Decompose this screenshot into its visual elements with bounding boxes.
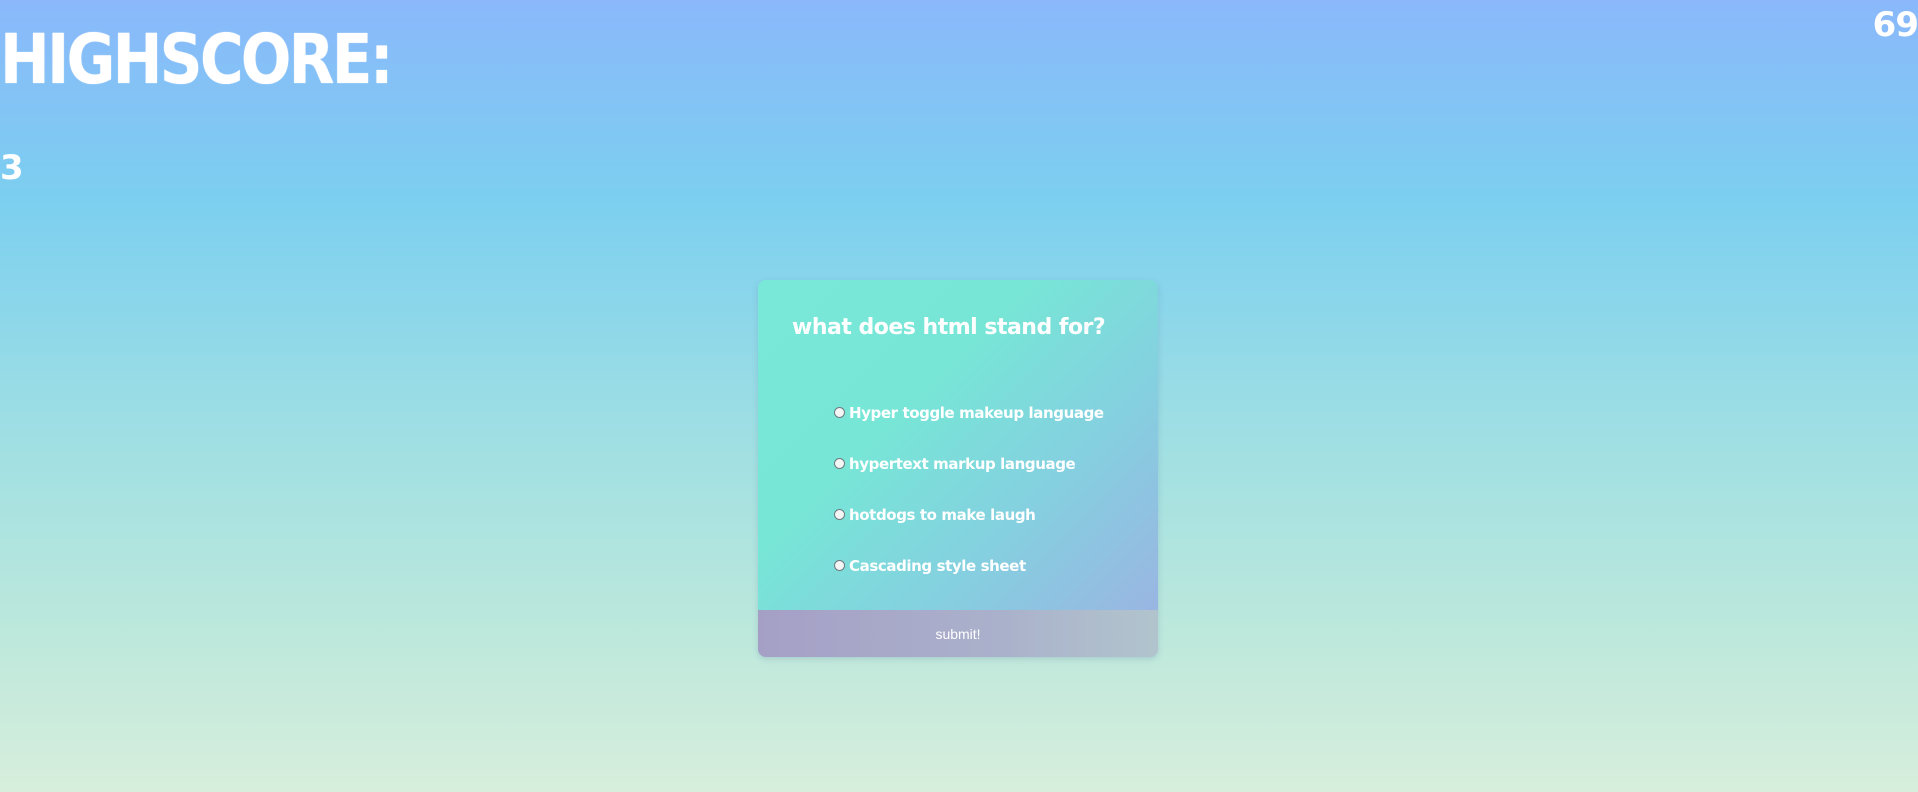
radio-button[interactable] bbox=[834, 509, 845, 520]
highscore-title: HIGHSCORE: bbox=[0, 20, 394, 100]
answer-option[interactable]: hotdogs to make laugh bbox=[834, 506, 1104, 557]
answer-option[interactable]: Hyper toggle makeup language bbox=[834, 404, 1104, 455]
answer-label[interactable]: Cascading style sheet bbox=[849, 557, 1026, 575]
question-text: what does html stand for? bbox=[792, 315, 1106, 340]
highscore-value: 3 bbox=[0, 148, 24, 188]
answer-label[interactable]: Hyper toggle makeup language bbox=[849, 404, 1104, 422]
timer-value: 69 bbox=[1872, 5, 1918, 45]
radio-button[interactable] bbox=[834, 458, 845, 469]
radio-button[interactable] bbox=[834, 407, 845, 418]
answer-label[interactable]: hotdogs to make laugh bbox=[849, 506, 1036, 524]
answer-label[interactable]: hypertext markup language bbox=[849, 455, 1076, 473]
answer-option[interactable]: hypertext markup language bbox=[834, 455, 1104, 506]
answer-option[interactable]: Cascading style sheet bbox=[834, 557, 1104, 608]
quiz-card: what does html stand for? Hyper toggle m… bbox=[758, 280, 1158, 657]
answer-options: Hyper toggle makeup language hypertext m… bbox=[834, 404, 1104, 608]
submit-button[interactable]: submit! bbox=[758, 610, 1158, 657]
radio-button[interactable] bbox=[834, 560, 845, 571]
